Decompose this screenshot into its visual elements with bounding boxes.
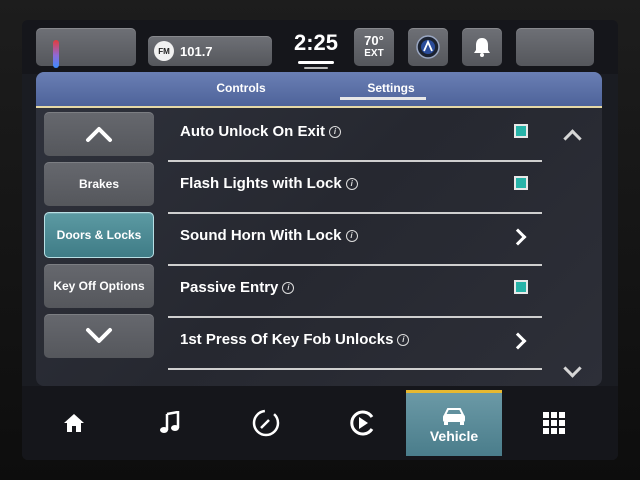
chevron-down-icon — [86, 328, 112, 343]
setting-row-passive-entry[interactable]: Passive Entry i — [168, 266, 542, 318]
status-bar: FM 101.7 2:25 70° EXT — [22, 20, 618, 74]
temperature-label: EXT — [364, 48, 384, 59]
notifications-button[interactable] — [462, 28, 502, 66]
bell-icon — [474, 38, 490, 57]
vehicle-icon — [443, 407, 465, 425]
nav-comfort[interactable] — [218, 390, 314, 456]
sidebar-scroll-down-button[interactable] — [44, 314, 154, 358]
steering-wheel-icon — [252, 409, 280, 437]
setting-row-key-fob[interactable]: 1st Press Of Key Fob Unlocks i — [168, 318, 542, 370]
sidebar-scroll-up-button[interactable] — [44, 112, 154, 156]
info-icon[interactable]: i — [345, 230, 358, 243]
sidebar-item-key-off-options[interactable]: Key Off Options — [44, 264, 154, 308]
bottom-nav: Vehicle — [22, 386, 618, 460]
driver-profile-button[interactable] — [408, 28, 448, 66]
nav-app-grid[interactable] — [506, 390, 602, 456]
nav-apps-play[interactable] — [314, 390, 410, 456]
climate-tile[interactable] — [36, 28, 136, 68]
nav-vehicle[interactable]: Vehicle — [406, 390, 502, 456]
chevron-right-icon[interactable] — [509, 332, 527, 350]
play-circle-icon — [350, 410, 374, 436]
setting-label: Passive Entry i — [180, 279, 295, 296]
tab-bar: Controls Settings — [36, 72, 602, 108]
flash-lights-checkbox[interactable] — [514, 176, 528, 190]
home-icon — [64, 414, 84, 432]
setting-label: Auto Unlock On Exit i — [180, 123, 342, 140]
clock-underline — [298, 61, 334, 64]
tab-controls[interactable]: Controls — [186, 81, 296, 95]
list-scroll-down-icon[interactable] — [563, 359, 582, 378]
grid-icon — [543, 412, 565, 434]
clock-underline-secondary — [304, 67, 328, 69]
profile-icon — [416, 35, 440, 59]
setting-label: Flash Lights with Lock i — [180, 175, 358, 192]
radio-tile[interactable]: FM 101.7 — [148, 36, 272, 66]
info-icon[interactable]: i — [397, 334, 410, 347]
nav-vehicle-label: Vehicle — [429, 427, 479, 444]
clock: 2:25 — [293, 30, 339, 55]
passive-entry-checkbox[interactable] — [514, 280, 528, 294]
infotainment-screen: FM 101.7 2:25 70° EXT Controls Settings … — [22, 20, 618, 460]
nav-media[interactable] — [122, 390, 218, 456]
setting-label: 1st Press Of Key Fob Unlocks i — [180, 331, 410, 348]
fm-badge-icon: FM — [154, 41, 174, 61]
chevron-up-icon — [86, 127, 112, 142]
list-scroll-up-icon[interactable] — [563, 129, 582, 148]
outside-temperature[interactable]: 70° EXT — [354, 28, 394, 66]
info-icon[interactable]: i — [345, 178, 358, 191]
setting-label: Sound Horn With Lock i — [180, 227, 358, 244]
thermometer-icon — [53, 40, 59, 68]
active-tab-indicator — [340, 97, 426, 100]
tab-settings[interactable]: Settings — [336, 81, 446, 95]
info-icon[interactable]: i — [329, 126, 342, 139]
settings-panel: Controls Settings Brakes Doors & Locks K… — [36, 72, 602, 386]
temperature-value: 70° — [364, 33, 384, 48]
radio-frequency: 101.7 — [180, 43, 213, 59]
auto-unlock-checkbox[interactable] — [514, 124, 528, 138]
nav-home[interactable] — [26, 390, 122, 456]
setting-row-sound-horn[interactable]: Sound Horn With Lock i — [168, 214, 542, 266]
sidebar-item-brakes[interactable]: Brakes — [44, 162, 154, 206]
info-icon[interactable]: i — [282, 282, 295, 295]
blank-status-tile[interactable] — [516, 28, 594, 66]
music-note-icon — [160, 411, 180, 433]
setting-row-flash-lights[interactable]: Flash Lights with Lock i — [168, 162, 542, 214]
setting-row-auto-unlock[interactable]: Auto Unlock On Exit i — [168, 110, 542, 162]
chevron-right-icon[interactable] — [509, 228, 527, 246]
sidebar-item-doors-locks[interactable]: Doors & Locks — [44, 212, 154, 258]
